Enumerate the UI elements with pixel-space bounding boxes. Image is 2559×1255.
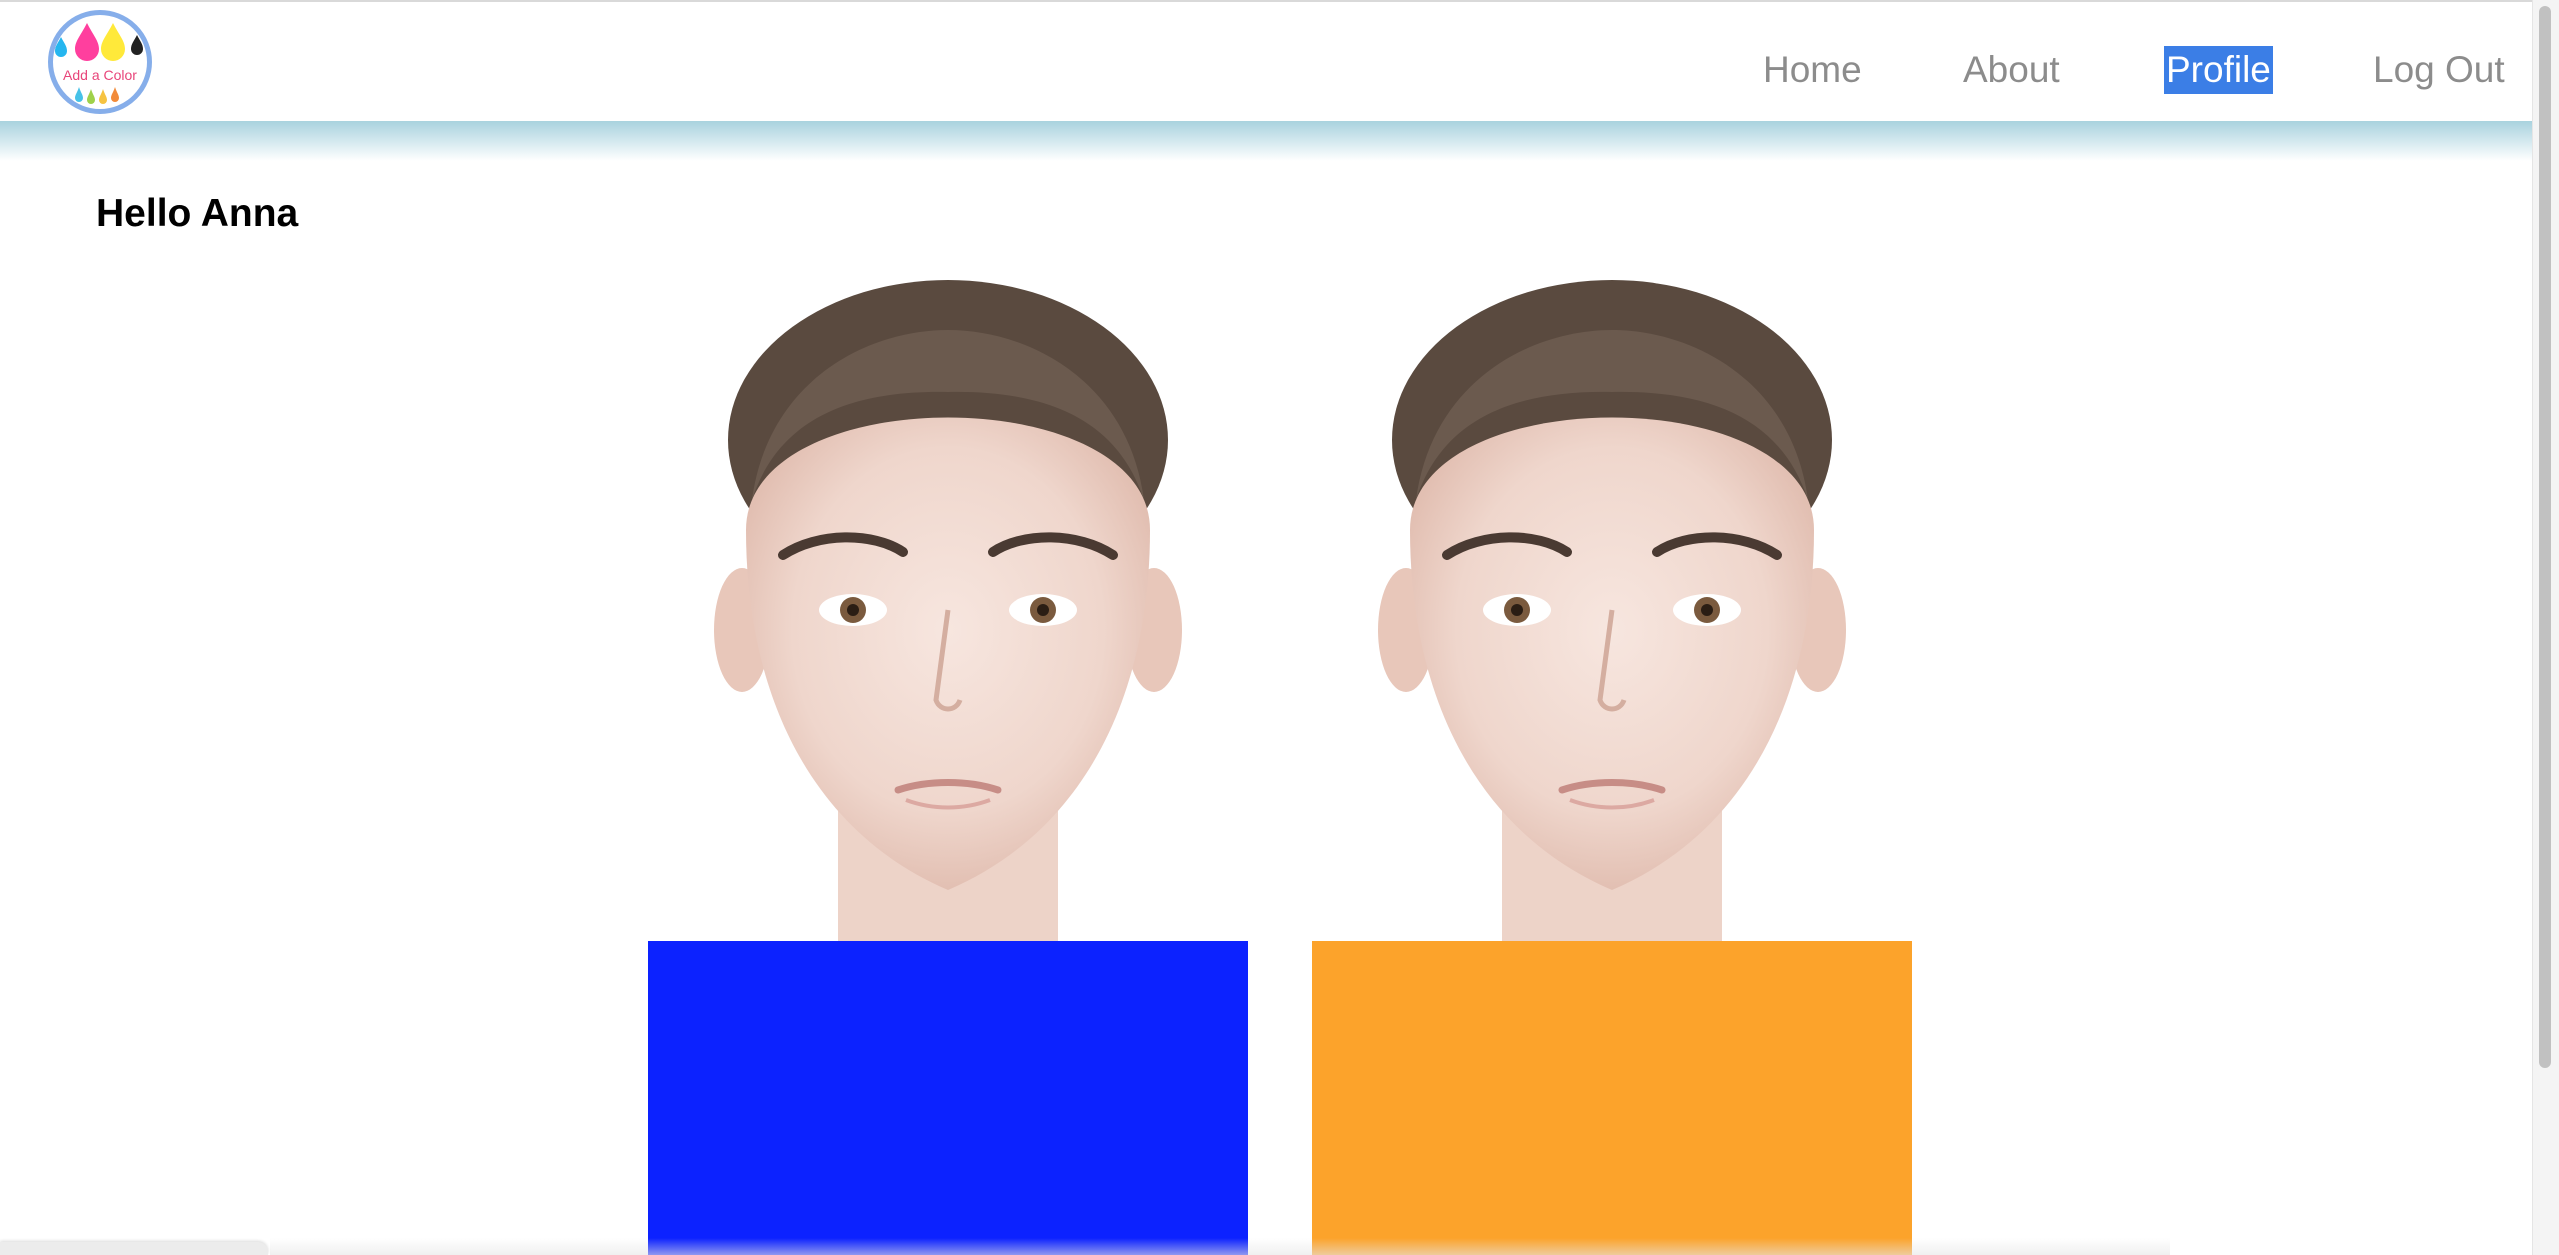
header-shadow [0, 121, 2532, 161]
scrollbar-thumb[interactable] [2539, 6, 2551, 1068]
face-image-left [714, 280, 1182, 942]
bottom-status-tab [0, 1242, 268, 1255]
add-a-color-logo[interactable]: Add a Color [48, 10, 152, 114]
nav-home-link[interactable]: Home [1763, 46, 1862, 94]
nav-logout-link[interactable]: Log Out [2373, 46, 2505, 94]
nav-profile-link[interactable]: Profile [2164, 46, 2273, 94]
face-image-right [1378, 280, 1846, 942]
greeting-heading: Hello Anna [96, 192, 299, 235]
nav-about-link[interactable]: About [1963, 46, 2060, 94]
color-swatch-orange[interactable] [1312, 941, 1912, 1255]
top-navbar: Add a Color Home About Profile Log Out [0, 0, 2532, 121]
color-swatch-blue[interactable] [648, 941, 1248, 1255]
color-drops-icon [55, 23, 143, 104]
bottom-fade [270, 1238, 2170, 1255]
logo-text: Add a Color [63, 67, 137, 83]
